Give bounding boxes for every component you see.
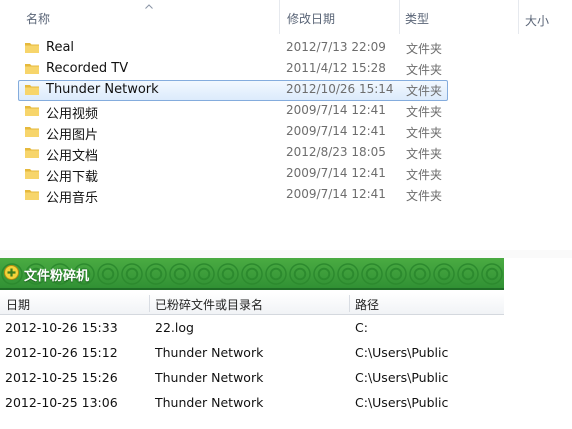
file-name: Thunder Network: [46, 82, 159, 97]
column-header-size[interactable]: 大小: [525, 12, 549, 29]
shred-name: Thunder Network: [155, 395, 264, 410]
file-name: Recorded TV: [46, 61, 129, 76]
file-row-recorded-tv[interactable]: Recorded TV 2011/4/12 15:28 文件夹: [18, 59, 448, 80]
file-modified-date: 2011/4/12 15:28: [286, 61, 386, 75]
add-circle-icon[interactable]: [4, 265, 19, 280]
file-type: 文件夹: [406, 147, 443, 161]
column-divider[interactable]: [279, 0, 280, 34]
file-name: 公用音乐: [46, 191, 99, 206]
file-name: 公用视频: [46, 107, 99, 122]
shred-name: 22.log: [155, 320, 194, 335]
file-type: 文件夹: [406, 42, 443, 56]
file-type: 文件夹: [406, 84, 443, 98]
file-modified-date: 2009/7/14 12:41: [286, 124, 386, 138]
column-header-name[interactable]: 名称: [26, 10, 50, 27]
file-modified-date: 2009/7/14 12:41: [286, 103, 386, 117]
shred-path: C:\Users\Public: [355, 345, 449, 360]
file-row-public-downloads[interactable]: 公用下载 2009/7/14 12:41 文件夹: [18, 164, 448, 185]
folder-icon: [25, 85, 39, 95]
file-type: 文件夹: [406, 105, 443, 119]
file-row-public-documents[interactable]: 公用文档 2012/8/23 18:05 文件夹: [18, 143, 448, 164]
shred-date: 2012-10-25 15:26: [5, 370, 118, 385]
shred-date: 2012-10-26 15:12: [5, 345, 118, 360]
shred-name: Thunder Network: [155, 370, 264, 385]
file-name: Real: [46, 40, 75, 55]
explorer-file-list-pane: 名称 修改日期 类型 大小 Real 2012/7/13 22:09 文件夹 R…: [0, 0, 572, 250]
shred-path: C:\Users\Public: [355, 395, 449, 410]
column-header-type[interactable]: 类型: [405, 10, 429, 27]
file-type: 文件夹: [406, 63, 443, 77]
folder-icon: [25, 43, 39, 53]
column-divider[interactable]: [349, 295, 350, 312]
file-modified-date: 2012/10/26 15:14: [286, 82, 394, 96]
file-row-public-videos[interactable]: 公用视频 2009/7/14 12:41 文件夹: [18, 101, 448, 122]
table-row[interactable]: 2012-10-26 15:12 Thunder Network C:\User…: [0, 341, 504, 366]
shred-path: C:\Users\Public: [355, 370, 449, 385]
file-modified-date: 2012/8/23 18:05: [286, 145, 386, 159]
file-row-thunder-network[interactable]: Thunder Network 2012/10/26 15:14 文件夹: [18, 80, 448, 101]
column-header-date[interactable]: 日期: [6, 296, 30, 313]
file-row-public-pictures[interactable]: 公用图片 2009/7/14 12:41 文件夹: [18, 122, 448, 143]
column-header-shredded-name[interactable]: 已粉碎文件或目录名: [155, 296, 263, 313]
column-header-path[interactable]: 路径: [355, 296, 379, 313]
file-modified-date: 2009/7/14 12:41: [286, 187, 386, 201]
file-type: 文件夹: [406, 168, 443, 182]
folder-icon: [25, 190, 39, 200]
file-name: 公用文档: [46, 149, 99, 164]
column-divider[interactable]: [518, 0, 519, 34]
table-row[interactable]: 2012-10-25 15:26 Thunder Network C:\User…: [0, 366, 504, 391]
shred-date: 2012-10-26 15:33: [5, 320, 118, 335]
file-type: 文件夹: [406, 126, 443, 140]
column-header-modified[interactable]: 修改日期: [287, 10, 335, 27]
table-row[interactable]: 2012-10-25 13:06 Thunder Network C:\User…: [0, 391, 504, 416]
shred-date: 2012-10-25 13:06: [5, 395, 118, 410]
column-header-bar: 名称 修改日期 类型 大小: [0, 0, 572, 34]
table-row[interactable]: 2012-10-26 15:33 22.log C:: [0, 316, 504, 341]
shredder-title-bar: 文件粉碎机: [0, 258, 504, 290]
file-row-real[interactable]: Real 2012/7/13 22:09 文件夹: [18, 38, 448, 59]
shredder-title: 文件粉碎机: [24, 269, 90, 284]
shredded-table-header: 日期 已粉碎文件或目录名 路径: [0, 293, 504, 315]
folder-icon: [25, 148, 39, 158]
column-divider[interactable]: [399, 0, 400, 34]
column-divider[interactable]: [149, 295, 150, 312]
file-shredder-panel: 文件粉碎机 日期 已粉碎文件或目录名 路径 2012-10-26 15:33 2…: [0, 258, 504, 429]
file-row-public-music[interactable]: 公用音乐 2009/7/14 12:41 文件夹: [18, 185, 448, 206]
sort-ascending-arrow-icon: [145, 4, 153, 9]
file-modified-date: 2012/7/13 22:09: [286, 40, 386, 54]
shred-name: Thunder Network: [155, 345, 264, 360]
folder-icon: [25, 169, 39, 179]
folder-icon: [25, 106, 39, 116]
folder-icon: [25, 64, 39, 74]
file-modified-date: 2009/7/14 12:41: [286, 166, 386, 180]
shred-path: C:: [355, 320, 368, 335]
window-gap: [0, 250, 572, 258]
folder-icon: [25, 127, 39, 137]
file-name: 公用下载: [46, 170, 99, 185]
file-name: 公用图片: [46, 128, 99, 143]
file-type: 文件夹: [406, 189, 443, 203]
